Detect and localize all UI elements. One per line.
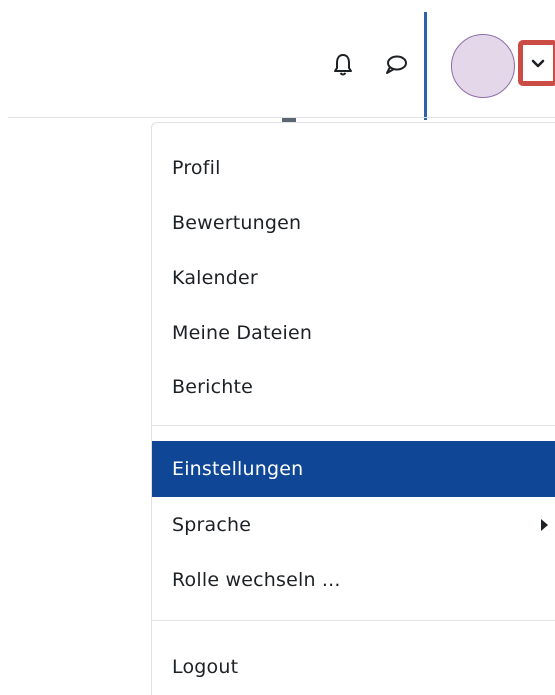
menu-divider: [152, 620, 555, 621]
menu-item-label: Rolle wechseln ...: [172, 569, 341, 591]
menu-item-berichte[interactable]: Berichte: [152, 359, 555, 415]
messages-chat-icon[interactable]: [384, 53, 408, 77]
menu-item-rolle-wechseln[interactable]: Rolle wechseln ...: [152, 552, 555, 608]
focus-indicator: [424, 12, 427, 120]
menu-item-meine-dateien[interactable]: Meine Dateien: [152, 305, 555, 361]
menu-item-profil[interactable]: Profil: [152, 140, 555, 196]
menu-item-sprache[interactable]: Sprache: [152, 497, 555, 553]
menu-item-label: Berichte: [172, 376, 254, 398]
menu-item-label: Logout: [172, 656, 239, 678]
menu-divider: [152, 425, 555, 426]
user-dropdown-menu: Profil Bewertungen Kalender Meine Dateie…: [151, 122, 555, 695]
page: Profil Bewertungen Kalender Meine Dateie…: [0, 0, 555, 695]
menu-item-label: Kalender: [172, 267, 258, 289]
menu-item-label: Bewertungen: [172, 212, 302, 234]
menu-item-label: Profil: [172, 157, 221, 179]
menu-item-logout[interactable]: Logout: [152, 639, 555, 695]
chevron-down-icon: [531, 54, 545, 73]
user-menu-toggle[interactable]: [518, 40, 555, 86]
menu-item-bewertungen[interactable]: Bewertungen: [152, 195, 555, 251]
notifications-bell-icon[interactable]: [331, 53, 355, 77]
menu-item-label: Meine Dateien: [172, 322, 313, 344]
menu-item-kalender[interactable]: Kalender: [152, 250, 555, 306]
avatar[interactable]: [451, 34, 515, 98]
menu-item-einstellungen[interactable]: Einstellungen: [152, 441, 555, 497]
menu-item-label: Einstellungen: [172, 458, 304, 480]
menu-item-label: Sprache: [172, 514, 252, 536]
caret-right-icon: [541, 519, 548, 531]
